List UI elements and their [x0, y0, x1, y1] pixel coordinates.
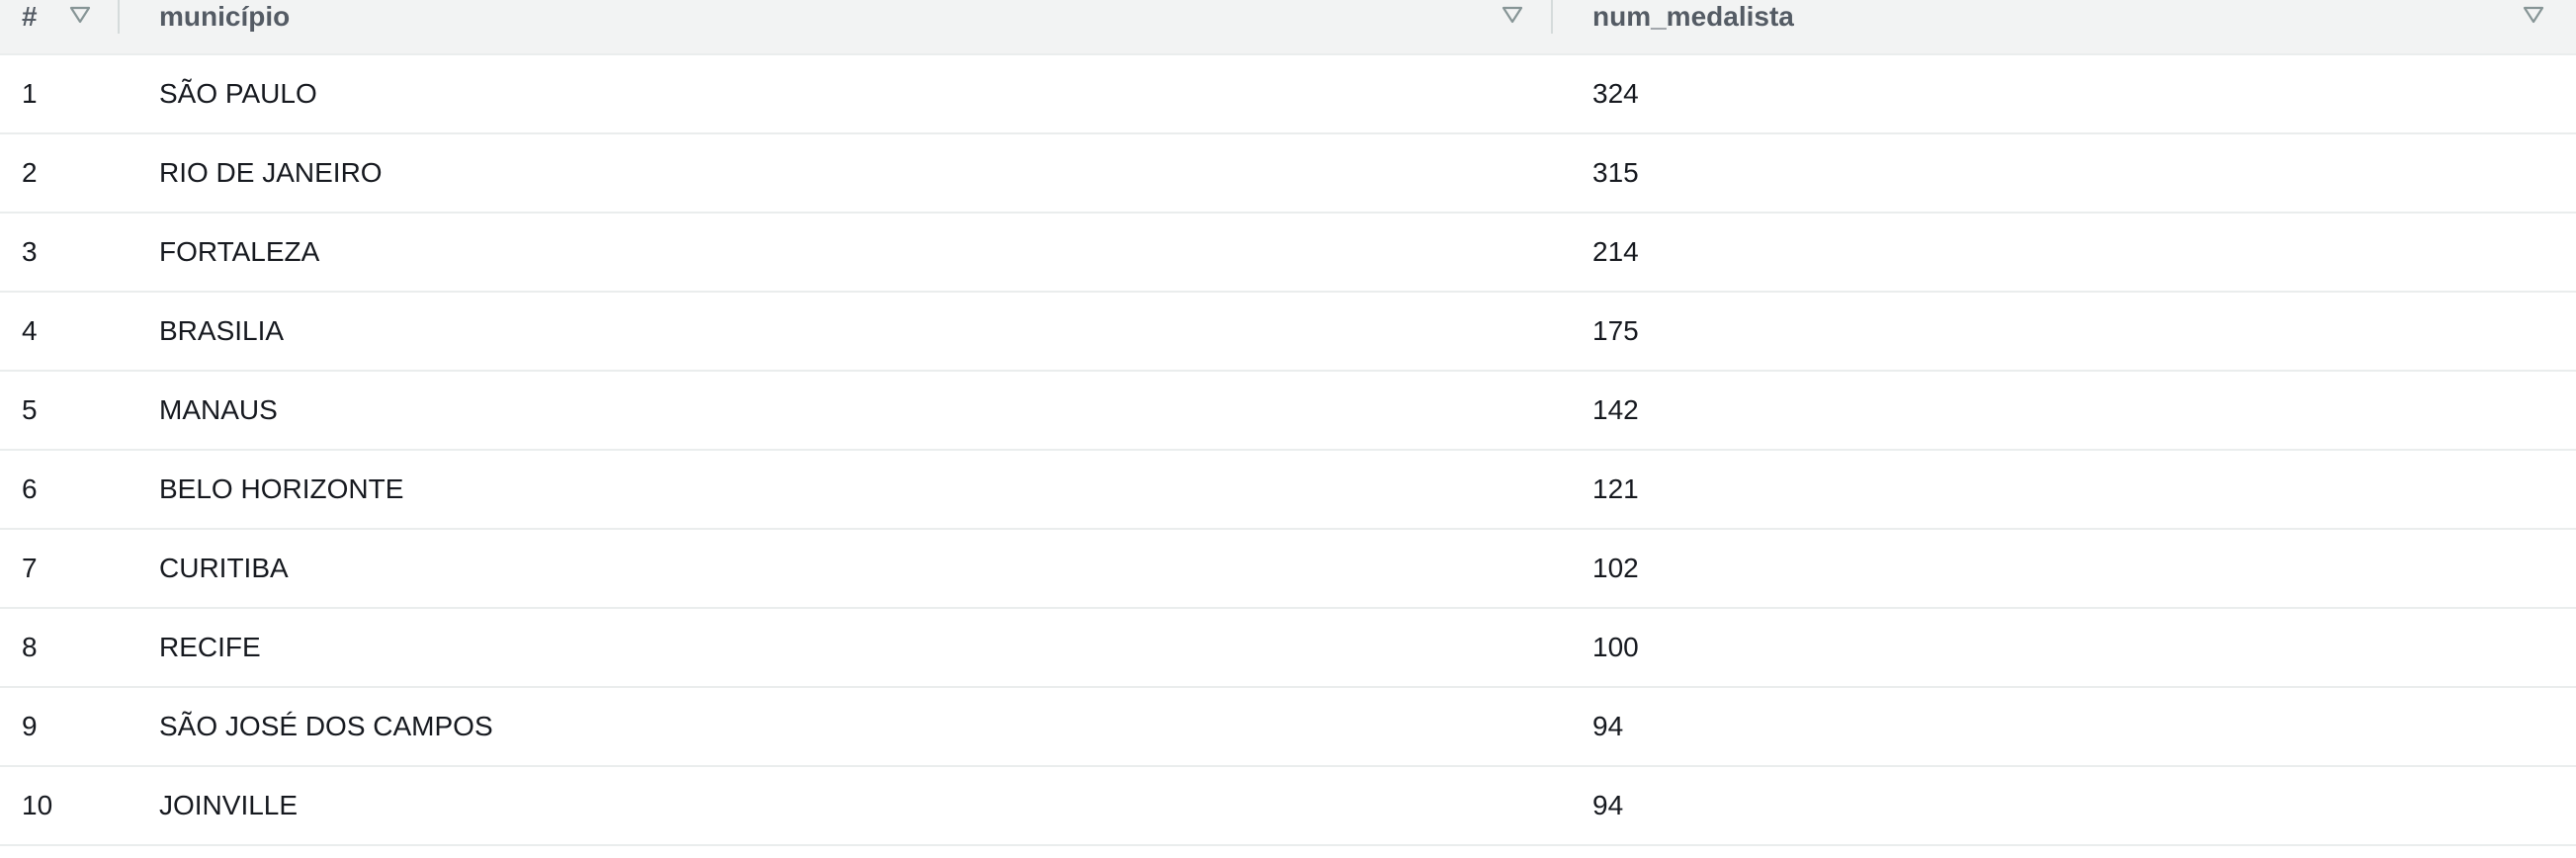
table-row[interactable]: 10 JOINVILLE 94: [0, 766, 2576, 846]
row-index-cell: 9: [0, 687, 120, 767]
municipio-cell: JOINVILLE: [120, 766, 1553, 846]
sort-triangle-down-icon[interactable]: [2523, 6, 2544, 24]
num-medalista-cell: 94: [1553, 687, 2576, 767]
num-medalista-cell: 142: [1553, 371, 2576, 451]
column-header-index[interactable]: #: [0, 0, 120, 55]
table-row[interactable]: 5 MANAUS 142: [0, 371, 2576, 451]
row-index-cell: 8: [0, 608, 120, 688]
sort-triangle-down-icon[interactable]: [69, 6, 91, 24]
table-row[interactable]: 4 BRASILIA 175: [0, 292, 2576, 372]
row-index-cell: 10: [0, 766, 120, 846]
table-row[interactable]: 3 FORTALEZA 214: [0, 213, 2576, 293]
column-header-num-medalista[interactable]: num_medalista: [1553, 0, 2576, 55]
num-medalista-cell: 94: [1553, 766, 2576, 846]
municipio-cell: CURITIBA: [120, 529, 1553, 609]
num-medalista-cell: 102: [1553, 529, 2576, 609]
row-index-cell: 4: [0, 292, 120, 372]
municipio-cell: BELO HORIZONTE: [120, 450, 1553, 530]
num-medalista-cell: 100: [1553, 608, 2576, 688]
row-index-cell: 1: [0, 54, 120, 134]
municipio-cell: FORTALEZA: [120, 213, 1553, 293]
num-medalista-cell: 121: [1553, 450, 2576, 530]
row-index-cell: 7: [0, 529, 120, 609]
municipio-cell: BRASILIA: [120, 292, 1553, 372]
row-index-cell: 3: [0, 213, 120, 293]
results-table: # município num_medalista 1 SÃO PAULO 32…: [0, 0, 2576, 846]
municipio-cell: SÃO JOSÉ DOS CAMPOS: [120, 687, 1553, 767]
row-index-cell: 6: [0, 450, 120, 530]
table-row[interactable]: 8 RECIFE 100: [0, 608, 2576, 688]
header-row: # município num_medalista: [0, 0, 2576, 55]
column-header-label: num_medalista: [1592, 1, 1794, 32]
table-row[interactable]: 2 RIO DE JANEIRO 315: [0, 133, 2576, 214]
num-medalista-cell: 175: [1553, 292, 2576, 372]
row-index-cell: 5: [0, 371, 120, 451]
table-body: 1 SÃO PAULO 324 2 RIO DE JANEIRO 315 3 F…: [0, 54, 2576, 846]
num-medalista-cell: 315: [1553, 133, 2576, 214]
sort-triangle-down-icon[interactable]: [1502, 6, 1523, 24]
table-row[interactable]: 6 BELO HORIZONTE 121: [0, 450, 2576, 530]
row-index-cell: 2: [0, 133, 120, 214]
municipio-cell: MANAUS: [120, 371, 1553, 451]
column-header-municipio[interactable]: município: [120, 0, 1553, 55]
table-row[interactable]: 9 SÃO JOSÉ DOS CAMPOS 94: [0, 687, 2576, 767]
municipio-cell: SÃO PAULO: [120, 54, 1553, 134]
num-medalista-cell: 214: [1553, 213, 2576, 293]
table-header: # município num_medalista: [0, 0, 2576, 55]
num-medalista-cell: 324: [1553, 54, 2576, 134]
table-row[interactable]: 7 CURITIBA 102: [0, 529, 2576, 609]
column-header-label: município: [159, 1, 291, 32]
municipio-cell: RECIFE: [120, 608, 1553, 688]
column-header-label: #: [22, 1, 38, 32]
table-row[interactable]: 1 SÃO PAULO 324: [0, 54, 2576, 134]
municipio-cell: RIO DE JANEIRO: [120, 133, 1553, 214]
